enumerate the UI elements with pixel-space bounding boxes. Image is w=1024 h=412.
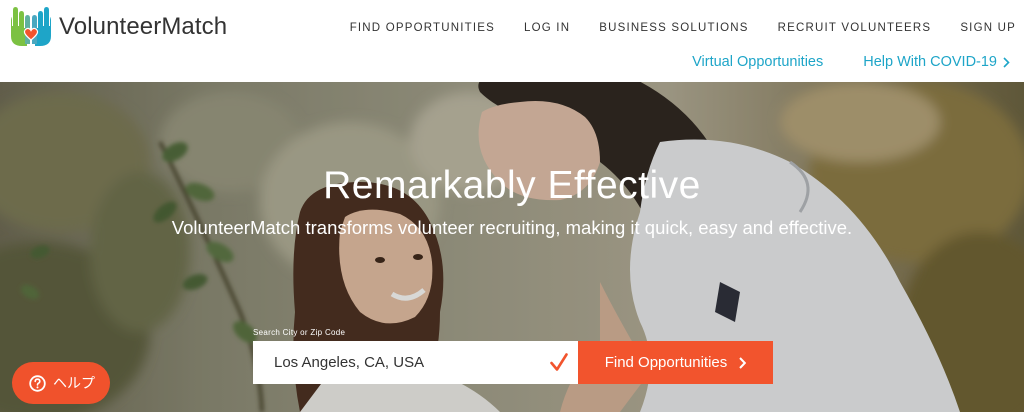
find-opportunities-button[interactable]: Find Opportunities xyxy=(578,341,773,384)
nav-log-in[interactable]: LOG IN xyxy=(524,22,570,34)
virtual-opportunities-link[interactable]: Virtual Opportunities xyxy=(692,54,823,70)
search-label: Search City or Zip Code xyxy=(253,328,346,337)
help-with-covid-link[interactable]: Help With COVID-19 xyxy=(863,54,1010,70)
logo[interactable]: VolunteerMatch xyxy=(7,6,227,48)
chevron-right-icon xyxy=(739,356,747,369)
search-box xyxy=(253,341,578,384)
help-label: ヘルプ xyxy=(53,376,95,392)
checkmark-icon xyxy=(550,353,568,371)
chevron-right-icon xyxy=(1003,56,1010,68)
site-header: VolunteerMatch FIND OPPORTUNITIES LOG IN… xyxy=(0,0,1024,82)
nav-recruit-volunteers[interactable]: RECRUIT VOLUNTEERS xyxy=(778,22,932,34)
hero-subtitle: VolunteerMatch transforms volunteer recr… xyxy=(171,217,853,238)
help-with-covid-label: Help With COVID-19 xyxy=(863,54,997,70)
nav-business-solutions[interactable]: BUSINESS SOLUTIONS xyxy=(599,22,748,34)
volunteermatch-hands-logo-icon xyxy=(11,7,51,46)
hero-title: Remarkably Effective xyxy=(323,164,701,207)
nav-sign-up[interactable]: SIGN UP xyxy=(960,22,1016,34)
question-circle-icon xyxy=(29,374,46,392)
hero-banner: Remarkably Effective VolunteerMatch tran… xyxy=(0,82,1024,412)
help-button[interactable]: ヘルプ xyxy=(12,362,110,404)
sub-nav: Virtual Opportunities Help With COVID-19 xyxy=(692,54,1010,70)
nav-find-opportunities[interactable]: FIND OPPORTUNITIES xyxy=(350,22,495,34)
brand-name: VolunteerMatch xyxy=(59,13,228,40)
search-input[interactable] xyxy=(253,342,533,383)
find-opportunities-button-label: Find Opportunities xyxy=(604,354,728,371)
main-nav: FIND OPPORTUNITIES LOG IN BUSINESS SOLUT… xyxy=(350,22,1016,34)
